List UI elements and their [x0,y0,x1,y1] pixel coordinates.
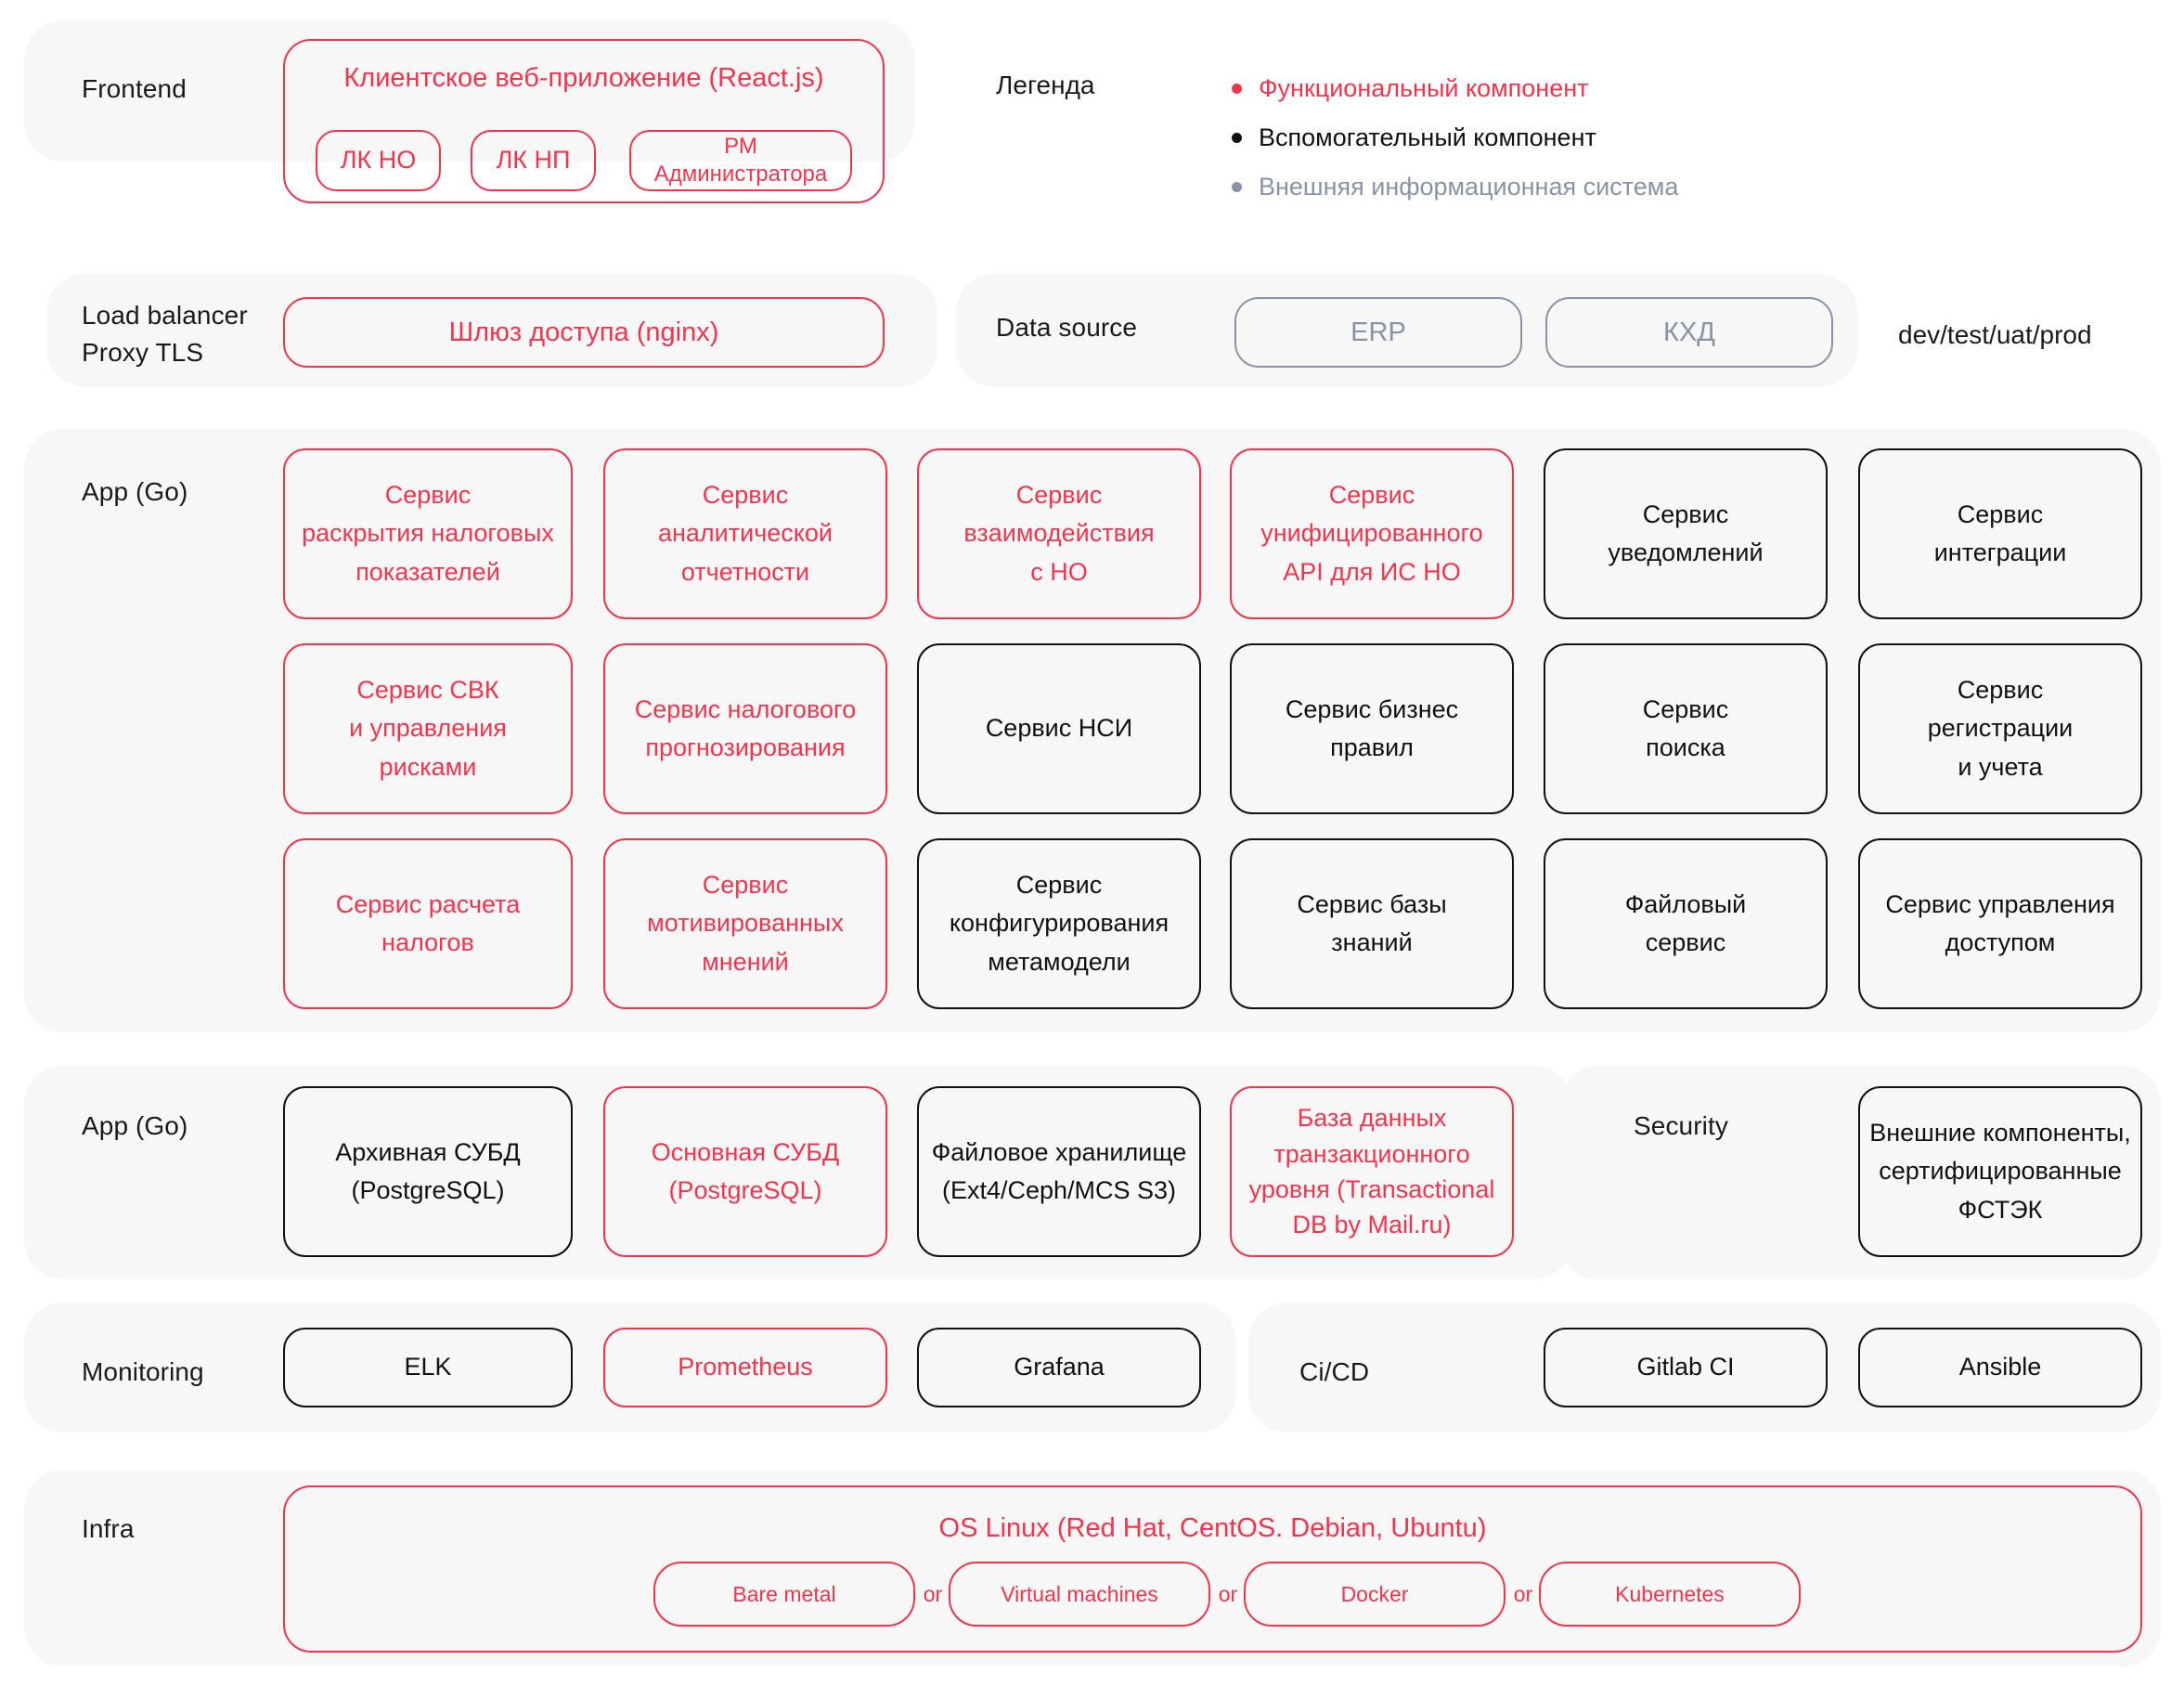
infra-docker[interactable]: Docker [1244,1562,1506,1627]
frontend-container-title: Клиентское веб-приложение (React.js) [343,63,824,93]
service-integration[interactable]: Сервис интеграции [1858,448,2142,619]
service-unified-api[interactable]: Сервис унифицированного API для ИС НО [1230,448,1514,619]
architecture-diagram: Frontend Клиентское веб-приложение (Reac… [0,0,2184,1699]
monitoring-prometheus[interactable]: Prometheus [603,1328,887,1407]
service-tax-forecasting[interactable]: Сервис налогового прогнозирования [603,643,887,814]
row-label-cicd: Ci/CD [1299,1357,1370,1386]
service-nsi[interactable]: Сервис НСИ [917,643,1201,814]
infra-kubernetes[interactable]: Kubernetes [1539,1562,1801,1627]
legend-label-functional: Функциональный компонент [1259,74,1589,102]
legend-item-functional: Функциональный компонент [1232,72,1589,105]
row-label-monitoring: Monitoring [82,1357,204,1386]
legend-title: Легенда [996,71,1095,99]
monitoring-grafana[interactable]: Grafana [917,1328,1201,1407]
data-source-item-erp[interactable]: ERP [1234,297,1522,368]
db-transactional-mailru[interactable]: База данных транзакционного уровня (Tran… [1230,1086,1514,1257]
gateway-nginx-box[interactable]: Шлюз доступа (nginx) [283,297,885,368]
row-label-load-balancer: Load balancer Proxy TLS [82,301,248,367]
service-file-service[interactable]: Файловый сервис [1544,838,1828,1009]
legend-dot-functional [1232,84,1242,95]
db-archive-postgres[interactable]: Архивная СУБД (PostgreSQL) [283,1086,573,1257]
service-notifications[interactable]: Сервис уведомлений [1544,448,1828,619]
infra-separator-1: or [923,1581,943,1606]
security-external-fstec[interactable]: Внешние компоненты, сертифицированные ФС… [1858,1086,2142,1257]
file-storage[interactable]: Файловое хранилище (Ext4/Ceph/MCS S3) [917,1086,1201,1257]
service-access-management[interactable]: Сервис управления доступом [1858,838,2142,1009]
legend-label-external: Внешняя информационная система [1259,173,1679,201]
row-label-app-services: App (Go) [82,477,188,506]
frontend-item-lk-np[interactable]: ЛК НП [471,130,596,191]
infra-bare-metal[interactable]: Bare metal [653,1562,915,1627]
legend-item-external: Внешняя информационная система [1232,171,1678,203]
infra-virtual-machines[interactable]: Virtual machines [949,1562,1210,1627]
legend-dot-external [1232,182,1242,193]
row-label-frontend: Frontend [82,74,187,103]
row-label-data-source: Data source [996,313,1138,342]
service-registration-accounting[interactable]: Сервис регистрации и учета [1858,643,2142,814]
legend-item-auxiliary: Вспомогательный компонент [1232,122,1596,154]
service-svk-risk-management[interactable]: Сервис СВК и управления рисками [283,643,573,814]
legend-label-auxiliary: Вспомогательный компонент [1259,123,1596,151]
service-interaction-with-no[interactable]: Сервис взаимодействия с НО [917,448,1201,619]
service-business-rules[interactable]: Сервис бизнес правил [1230,643,1514,814]
infra-separator-2: or [1218,1581,1238,1606]
cicd-ansible[interactable]: Ansible [1858,1328,2142,1407]
legend-dot-auxiliary [1232,133,1242,144]
infra-separator-3: or [1513,1581,1533,1606]
db-main-postgres[interactable]: Основная СУБД (PostgreSQL) [603,1086,887,1257]
frontend-item-lk-no[interactable]: ЛК НО [316,130,441,191]
infra-os-title: OS Linux (Red Hat, CentOS. Debian, Ubunt… [938,1513,1487,1543]
row-label-infra: Infra [82,1514,135,1543]
service-analytical-reporting[interactable]: Сервис аналитической отчетности [603,448,887,619]
service-metamodel-configuration[interactable]: Сервис конфигурирования метамодели [917,838,1201,1009]
frontend-item-rm-admin[interactable]: РМ Администратора [629,130,852,191]
service-tax-disclosure[interactable]: Сервис раскрытия налоговых показателей [283,448,573,619]
service-knowledge-base[interactable]: Сервис базы знаний [1230,838,1514,1009]
cicd-gitlab-ci[interactable]: Gitlab CI [1544,1328,1828,1407]
row-label-security: Security [1634,1111,1728,1140]
service-search[interactable]: Сервис поиска [1544,643,1828,814]
service-motivated-opinions[interactable]: Сервис мотивированных мнений [603,838,887,1009]
service-tax-calculation[interactable]: Сервис расчета налогов [283,838,573,1009]
row-label-app-data: App (Go) [82,1111,188,1140]
data-source-item-kkhd[interactable]: КХД [1545,297,1833,368]
environments-label: dev/test/uat/prod [1898,320,2092,349]
monitoring-elk[interactable]: ELK [283,1328,573,1407]
